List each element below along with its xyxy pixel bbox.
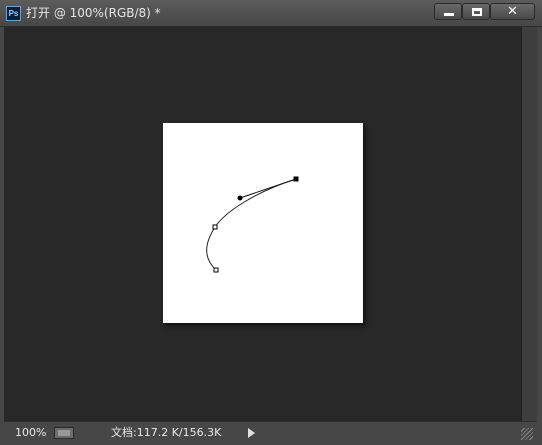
- document-info: 文档:117.2 K/156.3K: [111, 426, 222, 439]
- bezier-path: [206, 178, 297, 271]
- anchor-point-start[interactable]: [213, 267, 219, 273]
- status-preview-icon[interactable]: [54, 427, 74, 439]
- triangle-right-icon[interactable]: [248, 428, 255, 438]
- direction-handle-line: [239, 178, 297, 199]
- direction-handle-point[interactable]: [237, 195, 243, 201]
- zoom-level[interactable]: 100%: [15, 426, 46, 440]
- anchor-point[interactable]: [212, 224, 218, 230]
- resize-grip-icon[interactable]: [521, 428, 533, 440]
- anchor-point-selected[interactable]: [293, 176, 299, 182]
- status-bar: 100% 文档:117.2 K/156.3K: [4, 421, 537, 445]
- pen-path-overlay: [206, 176, 299, 273]
